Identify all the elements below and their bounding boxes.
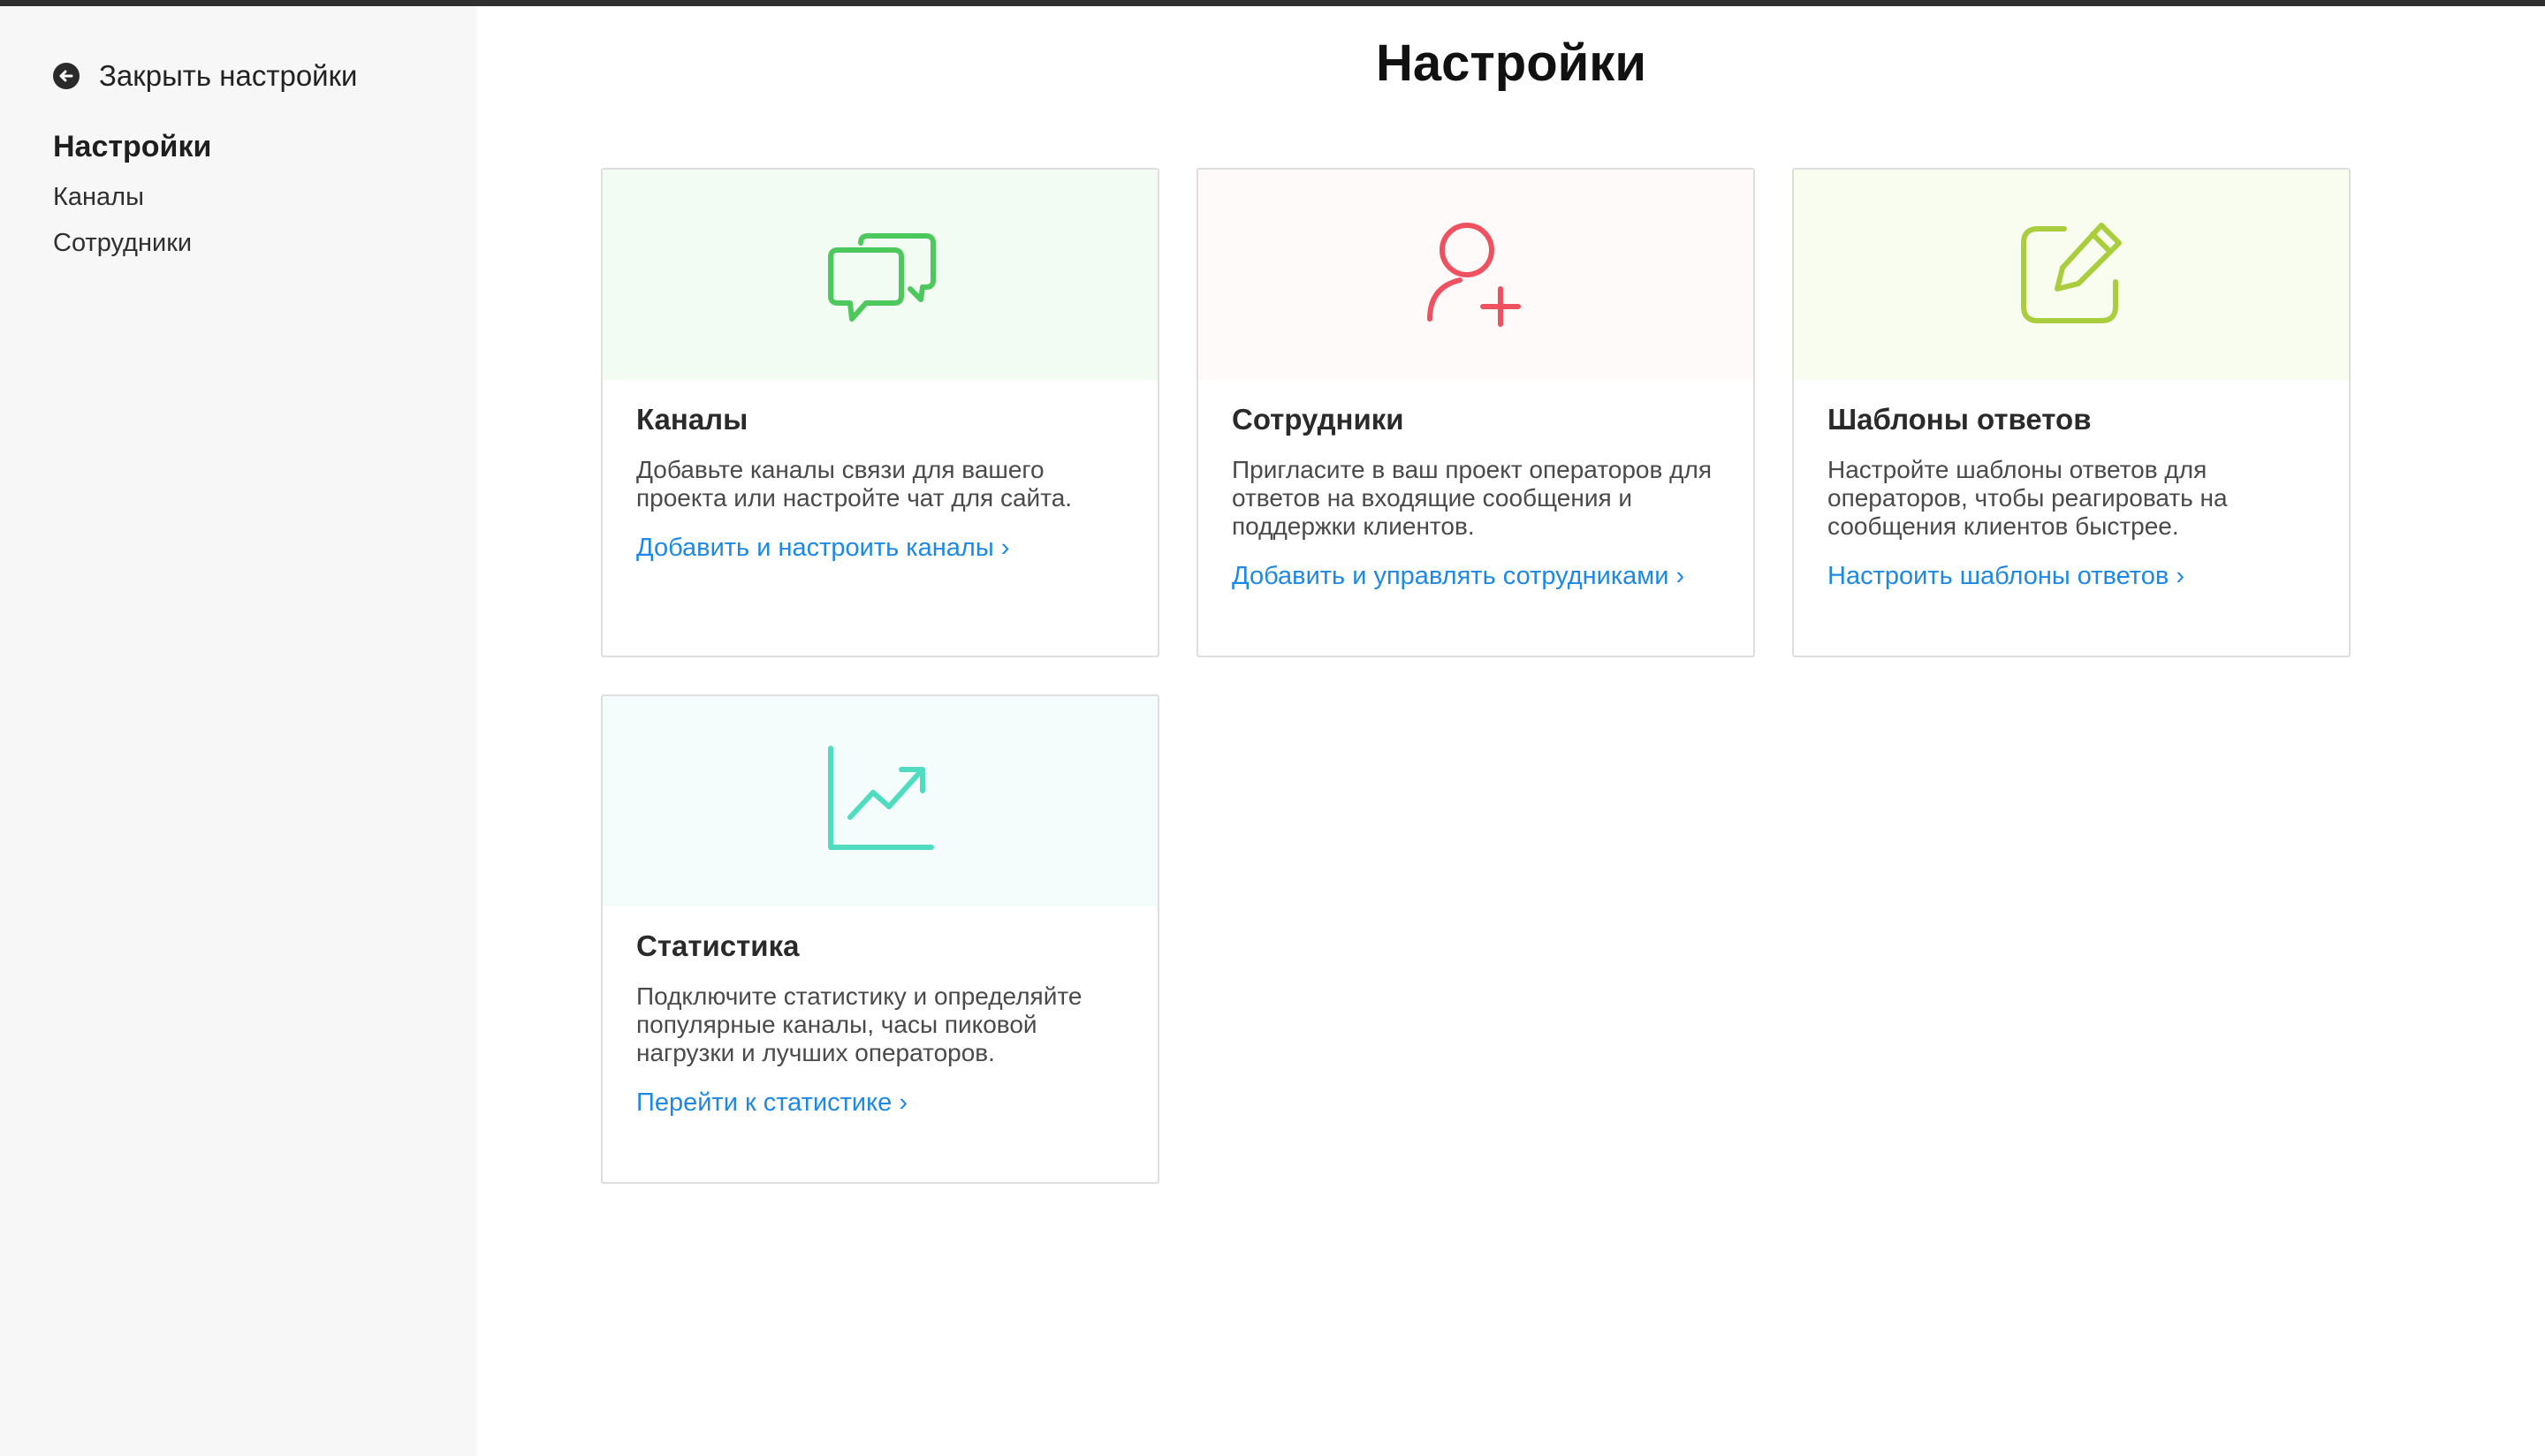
close-settings-button[interactable]: Закрыть настройки [53,59,357,93]
card-banner [603,696,1158,906]
card-title: Каналы [636,403,748,436]
statistics-card: Статистика Подключите статистику и опред… [601,694,1159,1184]
templates-card: Шаблоны ответов Настройте шаблоны ответо… [1792,168,2351,657]
page-title: Настройки [1375,34,1646,92]
card-title: Статистика [636,929,800,962]
card-description: Настройте шаблоны ответов для операторов… [1827,456,2228,540]
arrow-left-circle-icon [53,63,80,89]
channels-card: Каналы Добавьте каналы связи для вашего … [601,168,1159,657]
card-description: Добавьте каналы связи для вашего проекта… [636,456,1073,512]
card-description: Пригласите в ваш проект операторов для о… [1232,456,1712,540]
card-title: Сотрудники [1232,403,1404,436]
sidebar: Закрыть настройки Настройки Каналы Сотру… [0,6,477,1456]
card-link[interactable]: Добавить и управлять сотрудниками › [1232,562,1684,591]
close-settings-label: Закрыть настройки [99,59,358,92]
card-banner [1198,170,1753,380]
card-banner [1794,170,2349,380]
card-description: Подключите статистику и определяйте попу… [636,982,1083,1066]
staff-card: Сотрудники Пригласите в ваш проект опера… [1197,168,1755,657]
card-link[interactable]: Перейти к статистике › [636,1088,908,1118]
sidebar-heading: Настройки [53,130,212,163]
card-link[interactable]: Настроить шаблоны ответов › [1827,562,2184,591]
card-link[interactable]: Добавить и настроить каналы › [636,534,1009,563]
top-bar [0,0,2545,6]
add-user-icon [1417,215,1534,336]
sidebar-item-staff[interactable]: Сотрудники [53,229,192,258]
chat-bubbles-icon [822,215,938,336]
card-banner [603,170,1158,380]
edit-note-icon [2013,215,2130,336]
sidebar-item-channels[interactable]: Каналы [53,183,144,212]
card-title: Шаблоны ответов [1827,403,2092,436]
trend-chart-icon [822,741,938,862]
